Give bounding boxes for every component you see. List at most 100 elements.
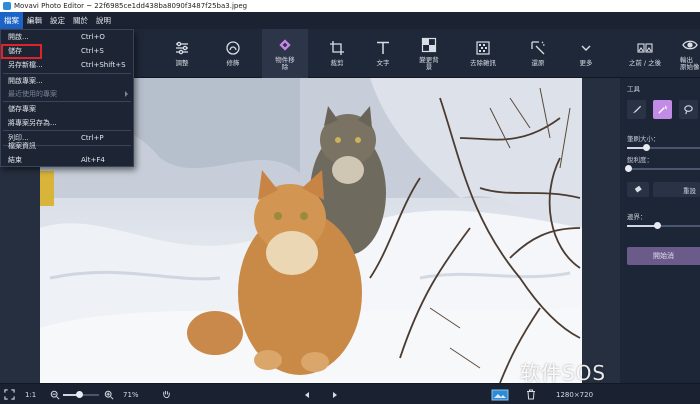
- zoom-percent: 71%: [123, 390, 139, 399]
- menu-item-save-as[interactable]: 另存新檔... Ctrl+Shift+S: [1, 59, 133, 71]
- boundary-knob[interactable]: [654, 222, 662, 229]
- save-project-as-label: 將專案另存為...: [8, 119, 57, 127]
- brush-icon: [632, 105, 642, 114]
- menu-item-recent-projects[interactable]: 最近使用的專案: [1, 88, 133, 100]
- output-button[interactable]: 輸出 原始像: [676, 29, 700, 78]
- restore-label: 還原: [531, 59, 545, 68]
- adjust-button[interactable]: 調整: [159, 29, 205, 78]
- brush-size-slider[interactable]: [627, 144, 700, 151]
- hand-icon: [163, 390, 170, 399]
- zoom-out-icon: [50, 390, 60, 400]
- text-icon: [377, 41, 389, 55]
- hand-tool-button[interactable]: [161, 384, 172, 404]
- next-image-button[interactable]: [331, 384, 339, 404]
- image-info-button[interactable]: [491, 384, 509, 404]
- object-removal-button[interactable]: 物件移除: [262, 29, 308, 78]
- zoom-slider[interactable]: [63, 391, 99, 398]
- save-shortcut: Ctrl+S: [81, 47, 104, 55]
- status-bar: 1:1 71% 1280×720: [0, 383, 700, 404]
- brush-size-knob[interactable]: [643, 144, 651, 151]
- change-background-button[interactable]: 變更背景: [406, 29, 452, 78]
- eraser-icon: [634, 185, 642, 193]
- tool-panel: 工具 筆刷大小： 銳利度： 重設 邊界：: [620, 78, 700, 383]
- file-info-label: 檔案資訊: [8, 142, 36, 150]
- menu-item-save-project[interactable]: 儲存專案: [1, 103, 133, 115]
- zoom-knob[interactable]: [75, 391, 83, 398]
- eye-icon: [682, 40, 698, 50]
- menu-separator: [3, 73, 131, 74]
- open-label: 開啟...: [8, 33, 29, 41]
- menu-help[interactable]: 說明: [92, 12, 115, 29]
- arrow-right-icon: [333, 391, 337, 398]
- image-dimensions: 1280×720: [556, 390, 594, 399]
- delete-button[interactable]: [526, 384, 536, 404]
- retouch-button[interactable]: 修飾: [210, 29, 256, 78]
- text-label: 文字: [376, 59, 390, 68]
- menu-item-save-project-as[interactable]: 將專案另存為...: [1, 117, 133, 129]
- menu-item-open[interactable]: 開啟... Ctrl+O: [1, 31, 133, 43]
- change-background-label: 變更背景: [419, 55, 439, 71]
- menu-item-exit[interactable]: 結束 Alt+F4: [1, 154, 133, 166]
- menu-file[interactable]: 檔案: [0, 12, 23, 29]
- brush-size-label: 筆刷大小：: [627, 135, 660, 143]
- background-icon: [421, 37, 437, 52]
- crop-button[interactable]: 裁剪: [314, 29, 360, 78]
- open-shortcut: Ctrl+O: [81, 33, 105, 41]
- retouch-label: 修飾: [226, 59, 240, 68]
- save-as-shortcut: Ctrl+Shift+S: [81, 61, 126, 69]
- denoise-button[interactable]: 去除雜訊: [460, 29, 506, 78]
- more-button[interactable]: 更多: [563, 29, 609, 78]
- save-project-label: 儲存專案: [8, 105, 36, 113]
- eraser-icon: [279, 39, 291, 51]
- recent-projects-label: 最近使用的專案: [8, 90, 57, 98]
- zoom-out-button[interactable]: [50, 384, 60, 404]
- eraser-button[interactable]: [627, 182, 649, 197]
- reset-label: 重設: [683, 186, 696, 195]
- highlight-annotation: [1, 44, 42, 59]
- app-icon: [3, 2, 11, 10]
- expand-icon: [4, 389, 15, 400]
- menu-item-open-project[interactable]: 開啟專案...: [1, 75, 133, 87]
- sharpness-slider[interactable]: [624, 165, 700, 172]
- menu-about[interactable]: 關於: [69, 12, 92, 29]
- compare-icon: [637, 43, 653, 53]
- image-icon: [491, 389, 509, 400]
- more-label: 更多: [579, 59, 593, 68]
- denoise-icon: [476, 41, 490, 55]
- lasso-tool-button[interactable]: [679, 100, 698, 119]
- zoom-in-button[interactable]: [104, 384, 114, 404]
- menu-edit[interactable]: 編輯: [23, 12, 46, 29]
- crop-icon: [330, 41, 344, 56]
- trash-icon: [527, 389, 535, 400]
- reset-button[interactable]: 重設: [653, 182, 700, 197]
- chevron-down-icon: [581, 45, 591, 52]
- submenu-arrow-icon: [125, 91, 128, 97]
- sliders-icon: [176, 41, 188, 55]
- magic-wand-tool-button[interactable]: [653, 100, 672, 119]
- watermark: 软件SOS: [520, 361, 607, 385]
- actual-size-button[interactable]: 1:1: [25, 384, 36, 404]
- lasso-icon: [684, 105, 693, 115]
- previous-image-button[interactable]: [303, 384, 311, 404]
- restore-button[interactable]: 還原: [515, 29, 561, 78]
- brush-tool-button[interactable]: [627, 100, 646, 119]
- sharpness-knob[interactable]: [624, 165, 632, 172]
- menu-settings[interactable]: 設定: [46, 12, 69, 29]
- arrow-left-icon: [305, 391, 309, 398]
- boundary-slider[interactable]: [627, 222, 700, 229]
- before-after-button[interactable]: 之前 / 之後: [620, 29, 670, 78]
- text-button[interactable]: 文字: [360, 29, 406, 78]
- menu-separator: [3, 130, 131, 131]
- boundary-label: 邊界：: [627, 213, 647, 221]
- open-project-label: 開啟專案...: [8, 77, 43, 85]
- fit-screen-button[interactable]: [4, 384, 15, 404]
- menu-item-file-info[interactable]: 檔案資訊: [1, 140, 133, 152]
- start-removal-button[interactable]: 開始消: [627, 247, 700, 265]
- sharpness-label: 銳利度：: [627, 156, 653, 164]
- tools-heading: 工具: [627, 85, 640, 93]
- retouch-icon: [226, 41, 240, 55]
- menu-separator: [3, 101, 131, 102]
- title-bar: Movavi Photo Editor ~ 22f6985ce1dd438ba8…: [0, 0, 700, 12]
- crop-label: 裁剪: [330, 59, 344, 68]
- menu-bar: 檔案 編輯 設定 關於 說明: [0, 12, 700, 29]
